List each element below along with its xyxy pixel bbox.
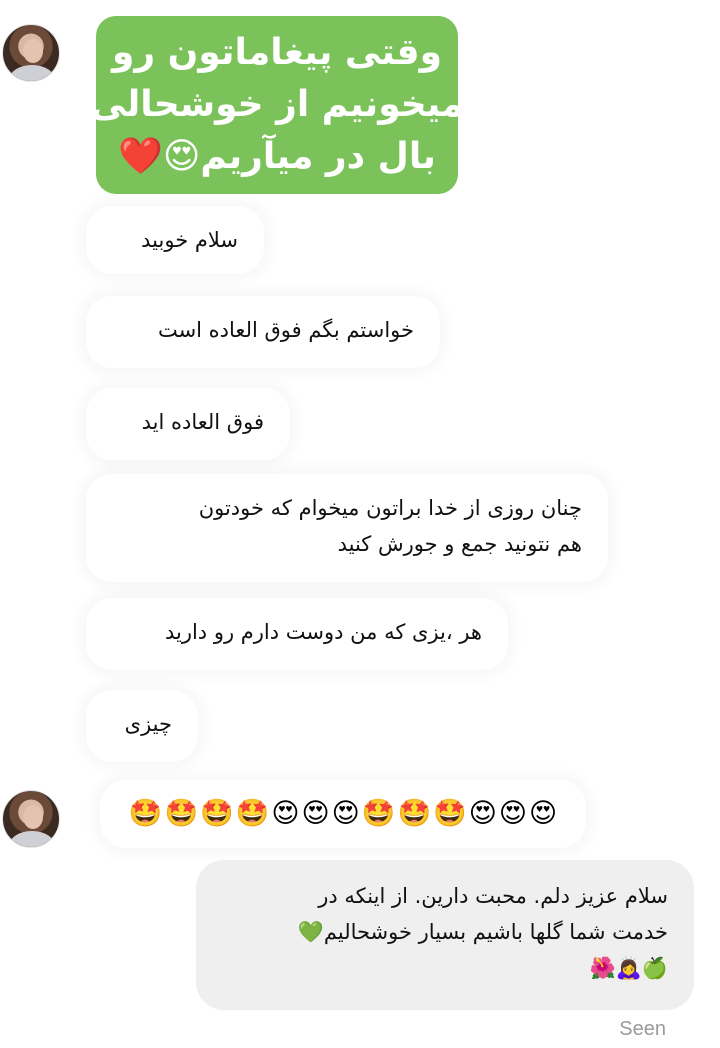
reply-bubble[interactable]: سلام عزیز دلم. محبت دارین. از اینکه در خ… [196, 860, 694, 1010]
star-struck-emoji: 🤩 [397, 798, 432, 829]
banner-line-2: میخونیم از خوشحالی [90, 84, 464, 125]
avatar-shoulder [9, 831, 55, 847]
heart-eyes-emoji: 😍 [301, 798, 330, 829]
reply-line-1: سلام عزیز دلم. محبت دارین. از اینکه در [318, 884, 668, 908]
heart-eyes-emoji: 😍 [498, 798, 527, 829]
message-text: هر ،یزی که من دوست دارم رو دارید [164, 620, 482, 644]
message-text: چیزی [124, 712, 172, 736]
star-struck-emoji: 🤩 [200, 798, 234, 829]
message-bubble[interactable]: سلام خوبید [86, 206, 264, 274]
message-line: چنان روزی از خدا براتون میخوام که خودتون [198, 496, 582, 520]
message-bubble[interactable]: خواستم بگم فوق العاده است [86, 296, 440, 368]
star-struck-emoji: 🤩 [433, 798, 467, 829]
avatar-face [23, 805, 43, 829]
message-line: هم نتونید جمع و جورش کنید [337, 532, 582, 556]
star-struck-emoji: 🤩 [361, 798, 396, 829]
heart-eyes-emoji: 😍 [271, 798, 300, 829]
heart-eyes-emoji: 😍 [529, 798, 558, 829]
heart-eyes-emoji: 😍 [331, 798, 360, 829]
star-struck-emoji: 🤩 [235, 798, 270, 829]
message-bubble[interactable]: هر ،یزی که من دوست دارم رو دارید [86, 598, 508, 670]
message-text: خواستم بگم فوق العاده است [157, 318, 414, 342]
message-bubble[interactable]: فوق العاده اید [86, 388, 290, 460]
reply-line-2: خدمت شما گلها باشیم بسیار خوشحالیم💚 [297, 920, 668, 944]
message-text: فوق العاده اید [141, 410, 264, 434]
seen-status: Seen [619, 1018, 666, 1040]
message-text: سلام خوبید [141, 228, 238, 252]
banner-line-3: بال در میآریم😍❤️ [118, 136, 436, 177]
emoji-message-bubble[interactable]: 🤩 🤩 🤩 🤩 😍 😍 😍 🤩 🤩 🤩 😍 😍 😍 [100, 780, 586, 848]
avatar-shoulder [9, 65, 55, 81]
message-bubble[interactable]: چیزی [86, 690, 198, 762]
heart-eyes-emoji: 😍 [468, 798, 497, 829]
banner-line-1: وقتی پیغاماتون رو [112, 32, 442, 73]
sender-avatar[interactable] [2, 790, 60, 848]
star-struck-emoji: 🤩 [128, 798, 163, 829]
story-banner[interactable]: وقتی پیغاماتون رو میخونیم از خوشحالی بال… [90, 16, 464, 194]
chat-screen: وقتی پیغاماتون رو میخونیم از خوشحالی بال… [0, 0, 720, 1048]
message-bubble[interactable]: چنان روزی از خدا براتون میخوام که خودتون… [86, 474, 608, 582]
avatar-face [23, 39, 43, 63]
reply-line-3: 🍏🙇‍♀️🌺 [589, 956, 668, 980]
star-struck-emoji: 🤩 [164, 798, 199, 829]
sender-avatar[interactable] [2, 24, 60, 82]
